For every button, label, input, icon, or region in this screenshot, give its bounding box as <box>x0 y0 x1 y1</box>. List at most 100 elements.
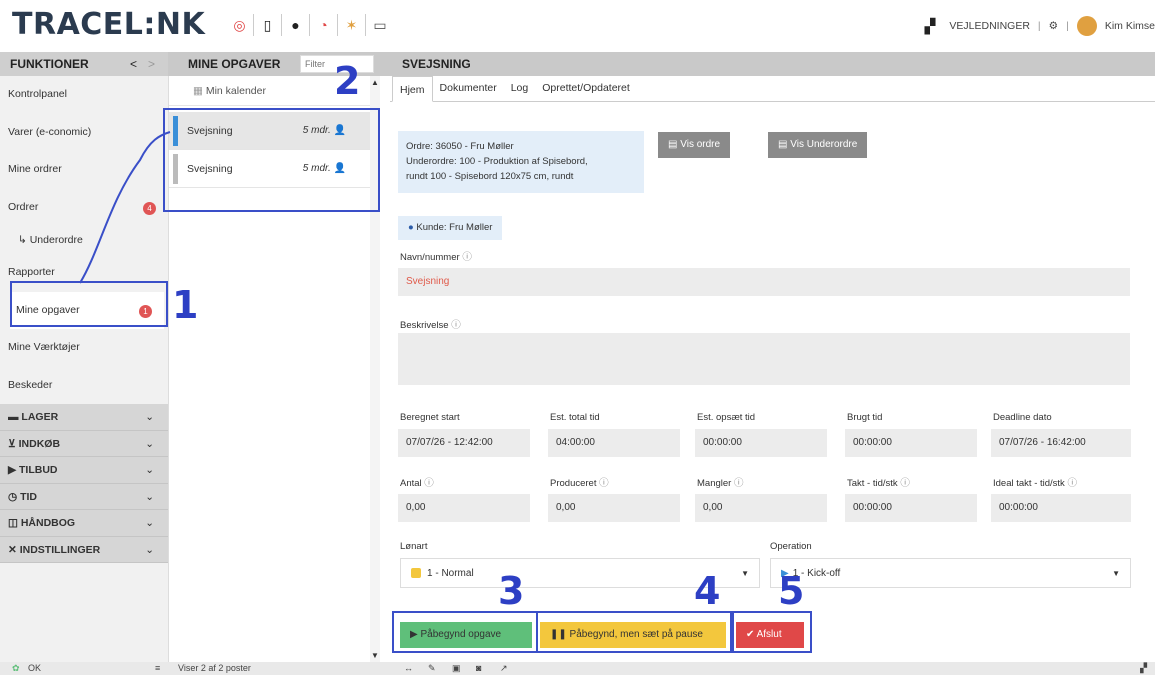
name-label: Navn/nummer ⓘ <box>400 249 472 263</box>
group-tilbud[interactable]: ▶ TILBUD ⌄ <box>0 457 168 484</box>
group-indstillinger[interactable]: ✕ INDSTILLINGER ⌄ <box>0 536 168 563</box>
chevron-left-icon[interactable]: < <box>130 52 137 76</box>
lifebuoy-icon[interactable]: ◎ <box>232 14 254 36</box>
operation-select[interactable]: ▶ 1 - Kick-off ▼ <box>770 558 1131 588</box>
suborder-line-cont: rundt 100 - Spisebord 120x75 cm, rundt <box>406 171 574 182</box>
record-count: Viser 2 af 2 poster <box>178 663 251 673</box>
calc-start-field[interactable]: 07/07/26 - 12:42:00 <box>398 429 530 457</box>
chevron-right-icon[interactable]: > <box>148 52 155 76</box>
est-total-field[interactable]: 04:00:00 <box>548 429 680 457</box>
missing-label-text: Mangler <box>697 478 732 489</box>
callout-box-3 <box>392 611 538 653</box>
group-label: TID <box>20 490 38 503</box>
tab-dokumenter[interactable]: Dokumenter <box>433 75 504 101</box>
suborder-line: Underordre: 100 - Produktion af Spisebor… <box>406 156 588 167</box>
chevron-down-icon: ⌄ <box>145 517 154 529</box>
view-order-label: Vis ordre <box>680 139 721 150</box>
view-suborder-label: Vis Underordre <box>790 139 858 150</box>
user-name[interactable]: Kim Kimse <box>1105 20 1155 32</box>
produced-field[interactable]: 0,00 <box>548 494 680 522</box>
customer-label: Kunde: Fru Møller <box>416 222 493 233</box>
sidebar-item-kontrolpanel[interactable]: Kontrolpanel <box>0 76 168 114</box>
sidebar: Kontrolpanel Varer (e-conomic) Mine ordr… <box>0 76 168 662</box>
tab-oprettet[interactable]: Oprettet/Opdateret <box>535 75 637 101</box>
help-icon[interactable]: ⓘ <box>424 478 434 489</box>
tag-icon: ▶ <box>8 464 19 476</box>
calc-start-label: Beregnet start <box>400 412 460 423</box>
sidebar-item-mine-ordrer[interactable]: Mine ordrer <box>0 151 168 189</box>
order-line: Ordre: 36050 - Fru Møller <box>406 141 514 152</box>
sidebar-item-label: Kontrolpanel <box>8 88 67 100</box>
chevron-down-icon: ▼ <box>741 569 749 578</box>
takt-field[interactable]: 00:00:00 <box>845 494 977 522</box>
description-label-text: Beskrivelse <box>400 320 449 331</box>
sidebar-item-label: Mine Værktøjer <box>8 341 80 353</box>
chat-icon[interactable]: ● <box>288 14 310 36</box>
sidebar-item-ordrer[interactable]: Ordrer 4 <box>0 189 168 227</box>
deadline-field[interactable]: 07/07/26 - 16:42:00 <box>991 429 1131 457</box>
tab-hjem[interactable]: Hjem <box>392 76 433 102</box>
gear-icon[interactable]: ⚙ <box>1049 20 1058 32</box>
sidebar-item-mine-vaerktojer[interactable]: Mine Værktøjer <box>0 329 168 367</box>
chevron-down-icon: ⌄ <box>145 543 154 556</box>
document-icon: ▤ <box>778 139 791 150</box>
guides-link[interactable]: VEJLEDNINGER <box>949 20 1030 32</box>
chevron-down-icon: ▼ <box>1112 569 1120 578</box>
chevron-down-icon: ⌄ <box>145 464 154 476</box>
list-icon[interactable]: ≡ <box>155 662 160 675</box>
help-icon[interactable]: ⓘ <box>462 252 472 263</box>
quantity-field[interactable]: 0,00 <box>398 494 530 522</box>
pdf-icon[interactable]: ◙ <box>476 662 481 675</box>
avatar[interactable] <box>1076 16 1097 36</box>
chevron-down-icon: ⌄ <box>145 437 154 450</box>
chevron-down-icon: ⌄ <box>145 490 154 503</box>
help-icon[interactable]: ⓘ <box>900 478 910 489</box>
tasks-header-label: MINE OPGAVER <box>188 57 281 71</box>
produced-label: Produceret ⓘ <box>550 475 609 489</box>
group-lager[interactable]: ▬ LAGER ⌄ <box>0 404 168 431</box>
deadline-label: Deadline dato <box>993 412 1052 423</box>
view-order-button[interactable]: ▤ Vis ordre <box>658 132 731 158</box>
edit-icon[interactable]: ✎ <box>428 662 436 675</box>
help-icon[interactable]: ⓘ <box>599 478 609 489</box>
group-label: TILBUD <box>19 464 58 476</box>
keyboard-icon[interactable]: ▭ <box>372 14 394 36</box>
wage-color-swatch <box>411 568 421 579</box>
takt-label-text: Takt - tid/stk <box>847 478 898 489</box>
help-icon[interactable]: ⓘ <box>1067 478 1077 489</box>
help-icon[interactable]: ⓘ <box>451 320 461 331</box>
group-label: LAGER <box>21 411 59 423</box>
used-time-field[interactable]: 00:00:00 <box>845 429 977 457</box>
customer-badge: ● Kunde: Fru Møller <box>398 216 503 240</box>
timer-icon[interactable]: ◔ <box>316 14 338 36</box>
analytics-icon[interactable]: ✶ <box>344 14 366 36</box>
group-tid[interactable]: ◷ TID ⌄ <box>0 483 168 510</box>
callout-number-2: 2 <box>334 59 361 103</box>
name-field[interactable]: Svejsning <box>398 268 1130 296</box>
missing-field[interactable]: 0,00 <box>695 494 827 522</box>
description-field[interactable] <box>398 333 1130 385</box>
corner-icon[interactable]: ▞ <box>1140 662 1147 675</box>
scroll-up-icon[interactable]: ▲ <box>371 78 379 87</box>
est-setup-field[interactable]: 00:00:00 <box>695 429 827 457</box>
tab-log[interactable]: Log <box>504 75 536 101</box>
cart-icon: ⊻ <box>8 437 19 450</box>
group-label: INDKØB <box>18 437 61 450</box>
print-icon[interactable]: ▣ <box>452 662 461 675</box>
resize-icon[interactable]: ↔ <box>404 662 413 675</box>
separator: | <box>1066 20 1069 32</box>
view-suborder-button[interactable]: ▤ Vis Underordre <box>768 132 868 158</box>
ideal-takt-label-text: Ideal takt - tid/stk <box>993 478 1065 489</box>
scroll-down-icon[interactable]: ▼ <box>371 651 379 660</box>
group-indkob[interactable]: ⊻ INDKØB ⌄ <box>0 430 168 457</box>
help-icon[interactable]: ⓘ <box>734 478 744 489</box>
share-icon[interactable]: ↗ <box>500 662 508 675</box>
phone-icon[interactable]: ▯ <box>260 14 282 36</box>
sidebar-item-label: Mine ordrer <box>8 163 62 175</box>
sidebar-item-underordre[interactable]: ↳ Underordre <box>0 226 168 254</box>
detail-header: SVEJSNING <box>380 52 1155 76</box>
sidebar-item-varer[interactable]: Varer (e-conomic) <box>0 114 168 152</box>
ideal-takt-field[interactable]: 00:00:00 <box>991 494 1131 522</box>
group-handbog[interactable]: ◫ HÅNDBOG ⌄ <box>0 510 168 537</box>
sidebar-item-beskeder[interactable]: Beskeder <box>0 367 168 405</box>
